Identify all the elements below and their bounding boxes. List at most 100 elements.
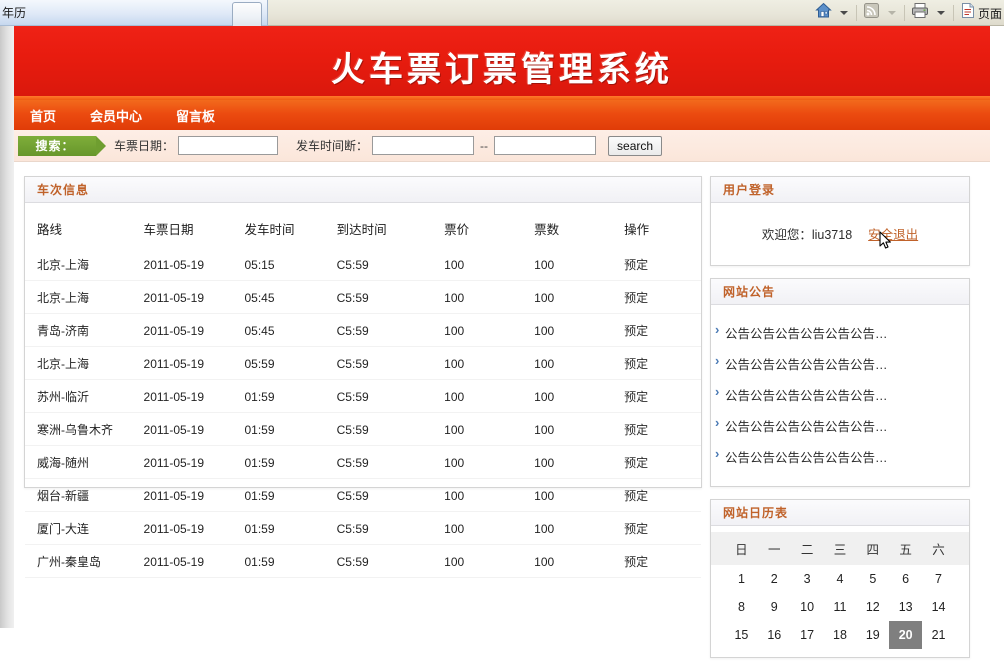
login-panel: 用户登录 欢迎您：liu3718 安全退出	[710, 176, 970, 266]
cell-count: 100	[534, 511, 625, 545]
calendar-weekday-header: 三	[833, 543, 847, 557]
calendar-day-cell[interactable]: 5	[856, 565, 889, 593]
notice-item[interactable]: 公告公告公告公告公告公告…	[711, 410, 969, 441]
trains-panel: 车次信息 路线 车票日期 发车时间 到达时间 票价 票数 操作 北京-上海 20…	[24, 176, 702, 578]
cell-arrive: C5:59	[336, 248, 445, 281]
nav-item-home[interactable]: 首页	[30, 106, 56, 125]
calendar-day-cell[interactable]: 14	[922, 593, 955, 621]
cell-count: 100	[534, 379, 625, 413]
calendar-pad	[955, 593, 969, 621]
calendar-day-cell[interactable]: 21	[922, 621, 955, 649]
depart-time-to-input[interactable]	[494, 136, 597, 155]
calendar-weekday-header: 五	[899, 543, 912, 557]
book-ticket-link[interactable]: 预定	[624, 258, 648, 272]
calendar-day-cell[interactable]: 4	[824, 565, 857, 593]
home-dropdown-caret-icon[interactable]	[839, 11, 848, 15]
book-ticket-link[interactable]: 预定	[624, 423, 648, 437]
home-button[interactable]	[813, 2, 834, 24]
book-ticket-link[interactable]: 预定	[624, 291, 648, 305]
browser-chrome: 年历 页面	[0, 0, 1004, 26]
calendar-day-cell[interactable]: 8	[725, 593, 758, 621]
cell-route: 厦门-大连	[25, 511, 144, 545]
calendar-pad	[711, 565, 725, 593]
column-header-route: 路线	[37, 223, 63, 237]
calendar-head: 日一二三四五六	[711, 532, 969, 565]
calendar-day-cell[interactable]: 13	[889, 593, 922, 621]
calendar-pad	[955, 532, 969, 565]
calendar-day-cell[interactable]: 2	[758, 565, 791, 593]
table-row: 苏州-临沂 2011-05-19 01:59 C5:59 100 100 预定	[25, 379, 701, 413]
time-range-separator: --	[480, 138, 489, 153]
print-button[interactable]	[909, 2, 931, 24]
cell-price: 100	[444, 478, 535, 512]
cell-count: 100	[534, 412, 625, 446]
page-menu-button[interactable]: 页面	[958, 2, 1004, 24]
column-header-action: 操作	[624, 223, 650, 237]
home-icon	[815, 2, 832, 24]
book-ticket-link[interactable]: 预定	[624, 522, 648, 536]
cell-arrive: C5:59	[336, 313, 445, 347]
notice-item[interactable]: 公告公告公告公告公告公告…	[711, 317, 969, 348]
new-tab-button[interactable]	[232, 2, 262, 26]
logout-link[interactable]: 安全退出	[868, 224, 918, 243]
cell-depart: 01:59	[244, 478, 337, 512]
calendar-day-cell[interactable]: 6	[889, 565, 922, 593]
calendar-day-cell[interactable]: 18	[824, 621, 857, 649]
calendar-day-cell[interactable]: 19	[856, 621, 889, 649]
cell-count: 100	[534, 346, 625, 380]
cell-date: 2011-05-19	[143, 511, 245, 545]
table-row: 寒洲-乌鲁木齐 2011-05-19 01:59 C5:59 100 100 预定	[25, 412, 701, 446]
nav-item-member[interactable]: 会员中心	[90, 106, 142, 125]
calendar-day-cell[interactable]: 10	[791, 593, 824, 621]
column-header-depart: 发车时间	[244, 223, 295, 237]
calendar-weekday-row: 日一二三四五六	[711, 532, 969, 565]
cell-route: 北京-上海	[25, 248, 144, 281]
calendar-day-cell[interactable]: 16	[758, 621, 791, 649]
trains-panel-title: 车次信息	[37, 183, 90, 197]
calendar-day-cell[interactable]: 17	[791, 621, 824, 649]
notice-item[interactable]: 公告公告公告公告公告公告…	[711, 379, 969, 410]
cell-count: 100	[534, 544, 625, 578]
calendar-day-cell[interactable]: 11	[824, 593, 857, 621]
ticket-date-input[interactable]	[178, 136, 279, 155]
calendar-panel-body: 日一二三四五六 1 2 3 4 5 6 7 8 9 10 11 12 13 14 15 16 17 18 19 20 2…	[711, 526, 969, 657]
cell-price: 100	[444, 346, 535, 380]
printer-icon	[911, 2, 929, 24]
cell-action: 预定	[624, 346, 701, 380]
cell-arrive: C5:59	[336, 412, 445, 446]
cell-action: 预定	[624, 511, 701, 545]
calendar-weekday-header: 日	[735, 543, 748, 557]
cell-price: 100	[444, 412, 535, 446]
calendar-day-cell[interactable]: 3	[791, 565, 824, 593]
calendar-day-cell[interactable]: 20	[889, 621, 923, 649]
book-ticket-link[interactable]: 预定	[624, 357, 648, 371]
cell-action: 预定	[624, 544, 701, 578]
browser-tab[interactable]: 年历	[0, 0, 268, 26]
calendar-day-cell[interactable]: 7	[922, 565, 955, 593]
cell-route: 烟台-新疆	[25, 478, 144, 512]
nav-item-message[interactable]: 留言板	[176, 106, 215, 125]
calendar-day-cell[interactable]: 1	[725, 565, 758, 593]
book-ticket-link[interactable]: 预定	[624, 456, 648, 470]
feeds-button[interactable]	[861, 2, 882, 24]
login-panel-body: 欢迎您：liu3718 安全退出	[711, 203, 969, 265]
cell-depart: 05:45	[244, 313, 337, 347]
cell-arrive: C5:59	[336, 379, 445, 413]
table-row: 广州-秦皇岛 2011-05-19 01:59 C5:59 100 100 预定	[25, 544, 701, 578]
notice-item[interactable]: 公告公告公告公告公告公告…	[711, 441, 969, 472]
calendar-day-cell[interactable]: 15	[725, 621, 758, 649]
print-dropdown-caret-icon[interactable]	[936, 11, 945, 15]
notices-panel: 网站公告 公告公告公告公告公告公告…公告公告公告公告公告公告…公告公告公告公告公…	[710, 278, 970, 487]
book-ticket-link[interactable]: 预定	[624, 555, 648, 569]
calendar-day-cell[interactable]: 9	[758, 593, 791, 621]
book-ticket-link[interactable]: 预定	[624, 390, 648, 404]
search-button[interactable]: search	[608, 135, 663, 156]
cell-count: 100	[534, 313, 625, 347]
feeds-dropdown-caret-icon	[887, 11, 896, 15]
book-ticket-link[interactable]: 预定	[624, 489, 648, 503]
calendar-day-cell[interactable]: 12	[856, 593, 889, 621]
book-ticket-link[interactable]: 预定	[624, 324, 648, 338]
notice-item[interactable]: 公告公告公告公告公告公告…	[711, 348, 969, 379]
cell-price: 100	[444, 445, 535, 479]
depart-time-from-input[interactable]	[372, 136, 475, 155]
